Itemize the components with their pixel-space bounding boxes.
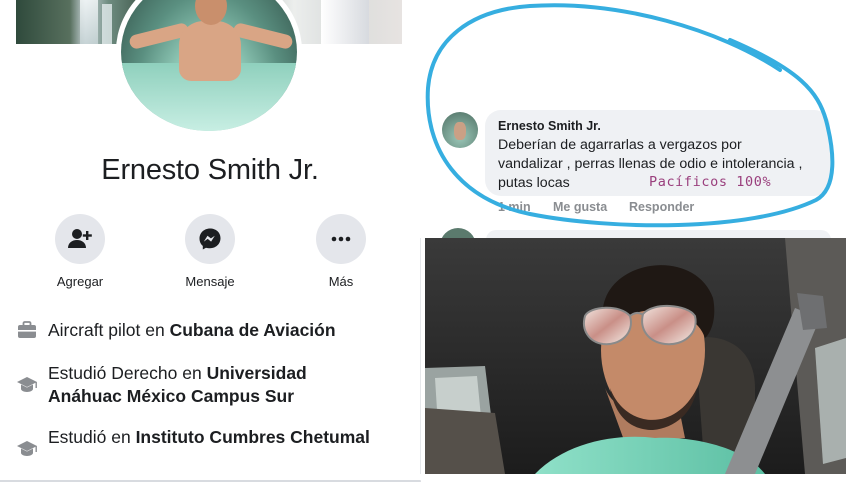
- info-work-text: Aircraft pilot en Cubana de Aviación: [48, 319, 336, 342]
- next-comment-avatar: [440, 228, 476, 238]
- add-friend-label: Agregar: [56, 274, 104, 289]
- composite-image: Ernesto Smith Jr. Agregar Mensaje Más Ai…: [0, 0, 849, 482]
- reply-link[interactable]: Responder: [629, 200, 694, 214]
- next-comment-bubble: [486, 230, 831, 238]
- handwritten-annotation: Pacíficos 100%: [649, 174, 772, 190]
- graduation-cap-icon: [17, 441, 37, 456]
- info-education-2: Estudió en Instituto Cumbres Chetumal: [16, 426, 406, 456]
- comment-author[interactable]: Ernesto Smith Jr.: [498, 119, 601, 133]
- info-education-1: Estudió Derecho en Universidad Anáhuac Mé…: [16, 362, 406, 408]
- comment-time[interactable]: 1 min: [498, 200, 531, 214]
- comment-avatar[interactable]: [442, 112, 478, 148]
- profile-panel: Ernesto Smith Jr. Agregar Mensaje Más Ai…: [0, 0, 421, 482]
- graduation-cap-icon: [17, 377, 37, 392]
- profile-name: Ernesto Smith Jr.: [101, 154, 319, 186]
- info-education-1-school[interactable]: Universidad: [207, 363, 307, 383]
- add-friend-button[interactable]: Agregar: [25, 214, 135, 289]
- info-education-1-text: Estudió Derecho en Universidad Anáhuac Mé…: [48, 362, 307, 408]
- add-friend-icon: [55, 214, 105, 264]
- more-icon: [316, 214, 366, 264]
- message-button[interactable]: Mensaje: [155, 214, 265, 289]
- bottom-border: [0, 474, 849, 480]
- briefcase-icon: [18, 321, 36, 338]
- profile-avatar[interactable]: [121, 0, 297, 131]
- info-education-2-prefix: Estudió en: [48, 427, 136, 447]
- more-label: Más: [328, 274, 354, 289]
- info-education-2-text: Estudió en Instituto Cumbres Chetumal: [48, 426, 370, 449]
- info-education-1-prefix: Estudió Derecho en: [48, 363, 207, 383]
- messenger-icon: [185, 214, 235, 264]
- info-work-prefix: Aircraft pilot en: [48, 320, 170, 340]
- info-work: Aircraft pilot en Cubana de Aviación: [16, 319, 406, 343]
- message-label: Mensaje: [185, 274, 235, 289]
- info-education-1-school-line2[interactable]: Anáhuac México Campus Sur: [48, 386, 294, 406]
- comment-screenshot: Ernesto Smith Jr. Deberían de agarrarlas…: [420, 0, 849, 238]
- info-work-employer[interactable]: Cubana de Aviación: [170, 320, 336, 340]
- comment-line: Deberían de agarrarlas a vergazos por: [498, 137, 742, 153]
- comment-line: vandalizar , perras llenas de odio e int…: [498, 156, 803, 172]
- like-link[interactable]: Me gusta: [553, 200, 607, 214]
- more-button[interactable]: Más: [286, 214, 396, 289]
- info-education-2-school[interactable]: Instituto Cumbres Chetumal: [136, 427, 370, 447]
- car-selfie-photo: [425, 238, 846, 474]
